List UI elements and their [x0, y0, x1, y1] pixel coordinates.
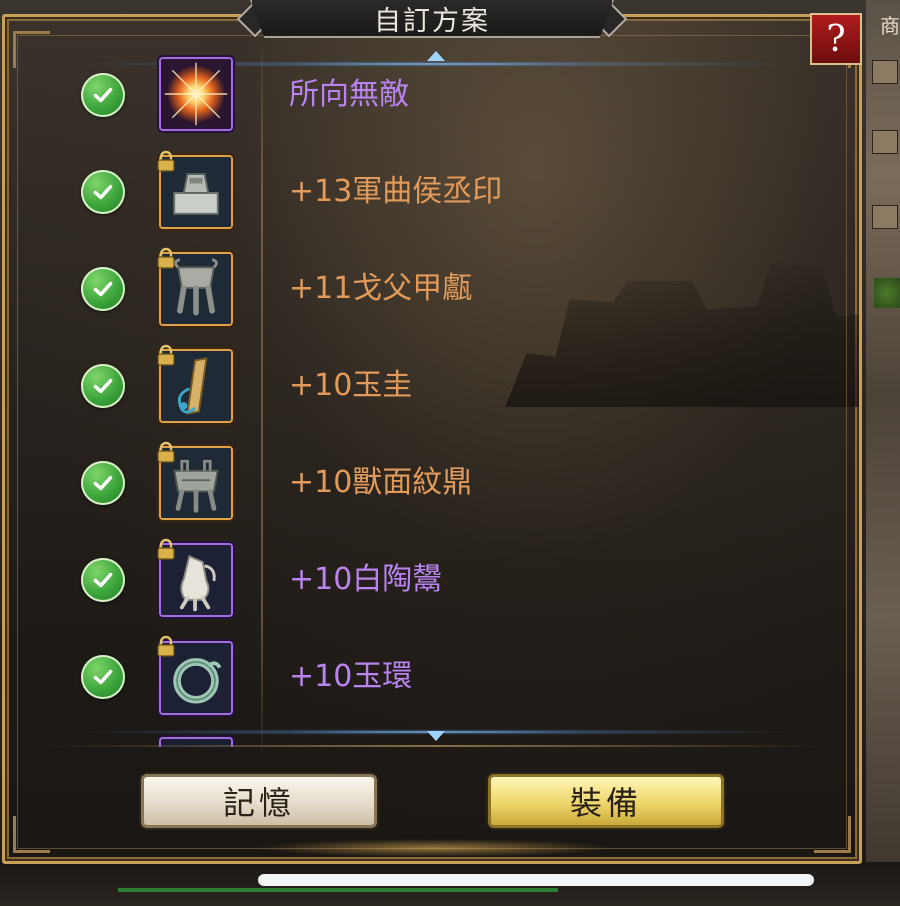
checkmark-icon[interactable]: [81, 73, 125, 117]
item-label: +10玉圭: [289, 368, 413, 403]
help-button[interactable]: ?: [810, 13, 862, 65]
equipment-list[interactable]: 所向無敵 +13軍曲侯丞印 +11戈父甲甗 +10玉圭 +10獸面紋鼎 +10白…: [5, 47, 859, 747]
item-label: +13軍曲侯丞印: [289, 174, 503, 209]
item-label: +10白陶鬹: [289, 562, 443, 597]
background-roof-tile: [872, 130, 898, 154]
list-item[interactable]: +10玉圭: [5, 338, 859, 435]
lock-icon: [157, 150, 175, 172]
equip-button[interactable]: 裝備: [488, 774, 724, 828]
background-roof-tile: [872, 205, 898, 229]
corner-ornament: [814, 816, 851, 853]
checkmark-icon[interactable]: [81, 267, 125, 311]
item-label: 所向無敵: [289, 77, 409, 112]
dialog-title: 自訂方案: [374, 5, 490, 37]
list-item[interactable]: +11戈父甲甗: [5, 241, 859, 338]
list-item[interactable]: 所向無敵: [5, 47, 859, 144]
custom-plan-dialog: 所向無敵 +13軍曲侯丞印 +11戈父甲甗 +10玉圭 +10獸面紋鼎 +10白…: [2, 14, 862, 864]
item-label: +10獸面紋鼎: [289, 465, 473, 500]
checkmark-icon[interactable]: [81, 364, 125, 408]
list-item[interactable]: +10玉環: [5, 629, 859, 726]
lock-icon: [157, 441, 175, 463]
checkmark-icon[interactable]: [81, 461, 125, 505]
scroll-down-arrow-icon[interactable]: [427, 731, 445, 741]
game-screen: 商 所向無敵 +13軍曲侯丞印 +11戈父甲甗 +10玉圭 +10獸面紋鼎 +1…: [0, 0, 900, 906]
lock-icon: [157, 635, 175, 657]
background-city: [866, 0, 900, 880]
background-tree: [874, 278, 900, 308]
lock-icon: [157, 247, 175, 269]
checkmark-icon[interactable]: [81, 558, 125, 602]
remember-button[interactable]: 記憶: [141, 774, 377, 828]
lock-icon: [157, 344, 175, 366]
checkmark-icon[interactable]: [81, 170, 125, 214]
item-label: +11戈父甲甗: [289, 271, 473, 306]
home-indicator[interactable]: [258, 874, 814, 886]
button-glow: [255, 839, 615, 857]
background-shop-sign: 商: [880, 14, 900, 38]
footer-divider: [45, 745, 825, 747]
list-item[interactable]: +13軍曲侯丞印: [5, 144, 859, 241]
progress-bar: [118, 888, 558, 892]
list-item[interactable]: +10獸面紋鼎: [5, 435, 859, 532]
background-roof-tile: [872, 60, 898, 84]
checkmark-icon[interactable]: [81, 655, 125, 699]
corner-ornament: [13, 816, 50, 853]
dialog-title-plate: 自訂方案: [250, 0, 614, 38]
item-label: +10玉環: [289, 659, 413, 694]
lock-icon: [157, 538, 175, 560]
radiant-burst-icon[interactable]: [159, 57, 233, 131]
list-item[interactable]: +10白陶鬹: [5, 532, 859, 629]
